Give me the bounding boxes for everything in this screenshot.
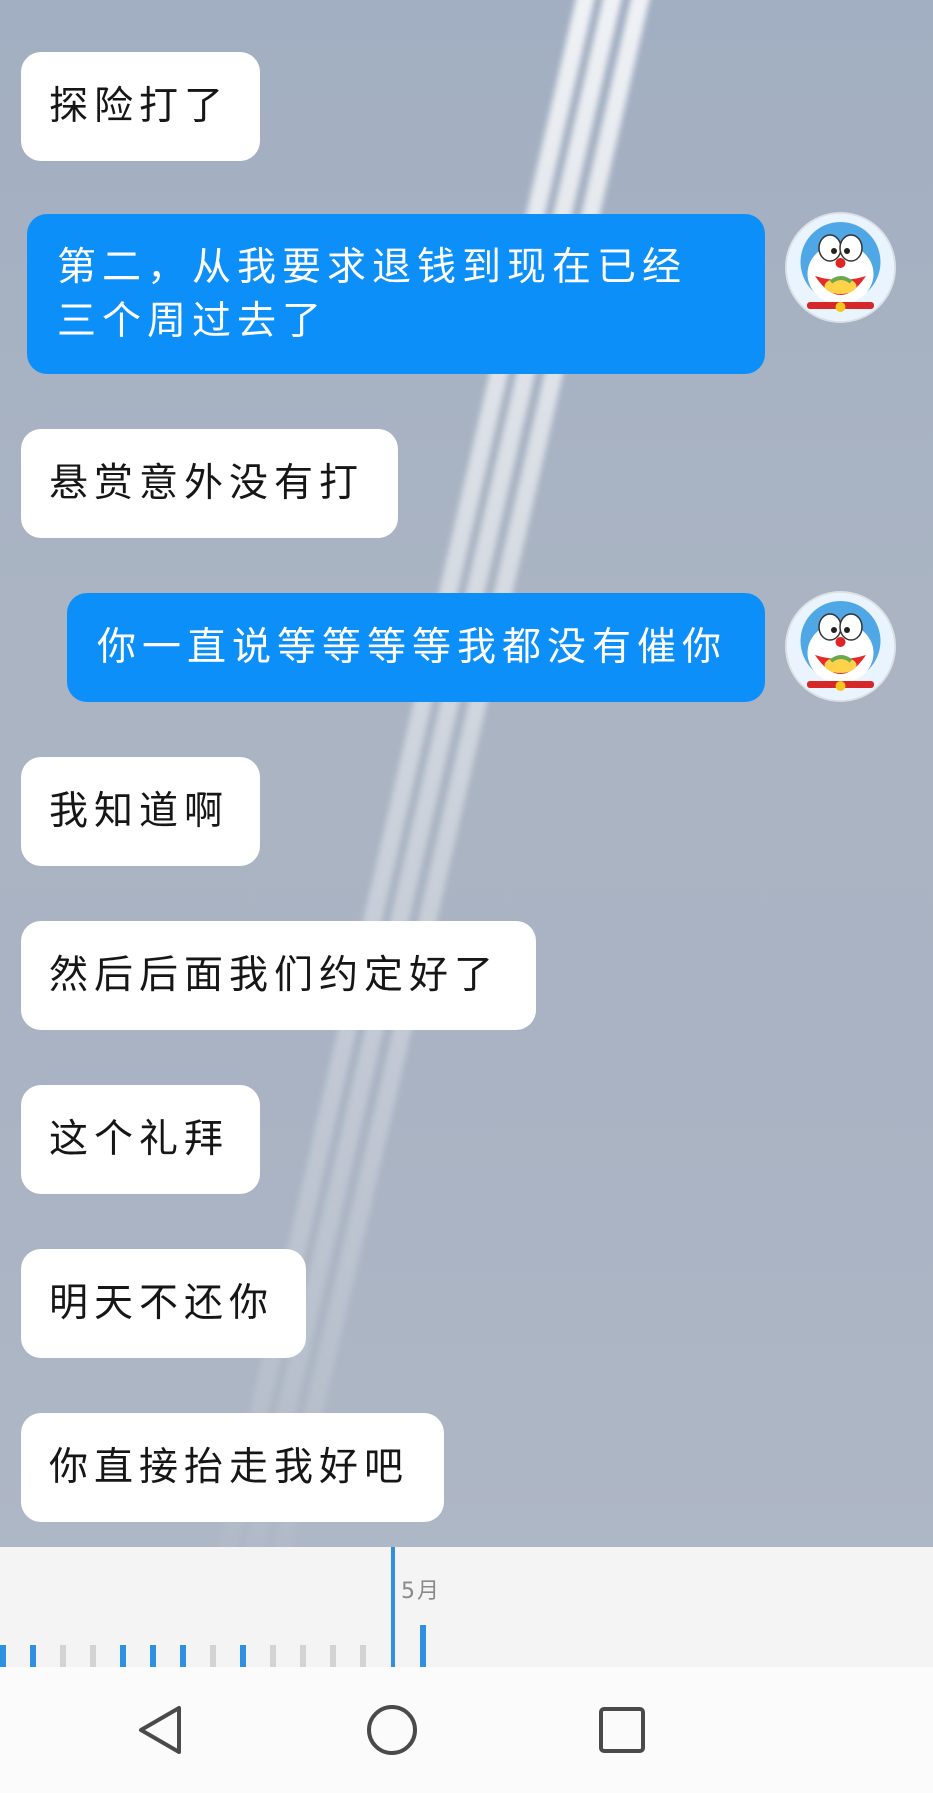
square-recents-icon bbox=[599, 1707, 645, 1753]
timeline-tick bbox=[210, 1645, 216, 1667]
outgoing-message-bubble[interactable]: 你一直说等等等等我都没有催你 bbox=[67, 593, 765, 702]
outgoing-message-bubble[interactable]: 第二，从我要求退钱到现在已经 三个周过去了 bbox=[27, 214, 765, 374]
message-text: 我知道啊 bbox=[49, 789, 230, 834]
timeline-tick bbox=[30, 1645, 36, 1667]
triangle-back-icon bbox=[139, 1706, 181, 1754]
user-avatar[interactable] bbox=[787, 593, 894, 700]
message-text-line: 三个周过去了 bbox=[57, 299, 328, 344]
timeline-tick bbox=[180, 1645, 186, 1667]
doraemon-avatar-icon bbox=[787, 214, 894, 321]
message-text: 探险打了 bbox=[49, 84, 230, 129]
chat-area[interactable]: 探险打了 第二，从我要求退钱到现在已经 三个周过去了 悬赏意外没有打 你一直说等… bbox=[0, 0, 933, 1547]
timeline-tick bbox=[360, 1645, 366, 1667]
timeline-tick bbox=[270, 1645, 276, 1667]
incoming-message-bubble[interactable]: 这个礼拜 bbox=[21, 1085, 260, 1194]
timeline-tick bbox=[420, 1625, 426, 1667]
timeline-tick bbox=[0, 1645, 6, 1667]
nav-home-button[interactable] bbox=[359, 1697, 425, 1763]
incoming-message-bubble[interactable]: 你直接抬走我好吧 bbox=[21, 1413, 444, 1522]
incoming-message-bubble[interactable]: 我知道啊 bbox=[21, 757, 260, 866]
timeline-tick bbox=[60, 1645, 66, 1667]
incoming-message-bubble[interactable]: 明天不还你 bbox=[21, 1249, 306, 1358]
system-navigation-bar bbox=[0, 1667, 933, 1793]
timeline-position-marker[interactable] bbox=[391, 1547, 395, 1667]
message-text: 你直接抬走我好吧 bbox=[49, 1445, 410, 1490]
incoming-message-bubble[interactable]: 悬赏意外没有打 bbox=[21, 429, 398, 538]
incoming-message-bubble[interactable]: 然后后面我们约定好了 bbox=[21, 921, 536, 1030]
message-text: 这个礼拜 bbox=[49, 1117, 230, 1162]
message-text: 你一直说等等等等我都没有催你 bbox=[97, 625, 728, 670]
incoming-message-bubble[interactable]: 探险打了 bbox=[21, 52, 260, 161]
timeline-tick bbox=[120, 1645, 126, 1667]
month-label: 5月 bbox=[401, 1579, 441, 1604]
message-text: 明天不还你 bbox=[49, 1281, 275, 1326]
message-text: 悬赏意外没有打 bbox=[49, 461, 365, 506]
nav-back-button[interactable] bbox=[128, 1697, 194, 1763]
nav-recents-button[interactable] bbox=[589, 1697, 655, 1763]
timeline-tick bbox=[150, 1645, 156, 1667]
doraemon-avatar-icon bbox=[787, 593, 894, 700]
timeline-tick bbox=[300, 1645, 306, 1667]
circle-home-icon bbox=[367, 1705, 417, 1755]
timeline-tick bbox=[330, 1645, 336, 1667]
date-timeline-scrubber[interactable]: 5月 bbox=[0, 1547, 933, 1667]
user-avatar[interactable] bbox=[787, 214, 894, 321]
message-text-line: 第二，从我要求退钱到现在已经 bbox=[57, 245, 688, 290]
message-text: 然后后面我们约定好了 bbox=[49, 953, 500, 998]
timeline-tick bbox=[240, 1645, 246, 1667]
timeline-tick bbox=[90, 1645, 96, 1667]
